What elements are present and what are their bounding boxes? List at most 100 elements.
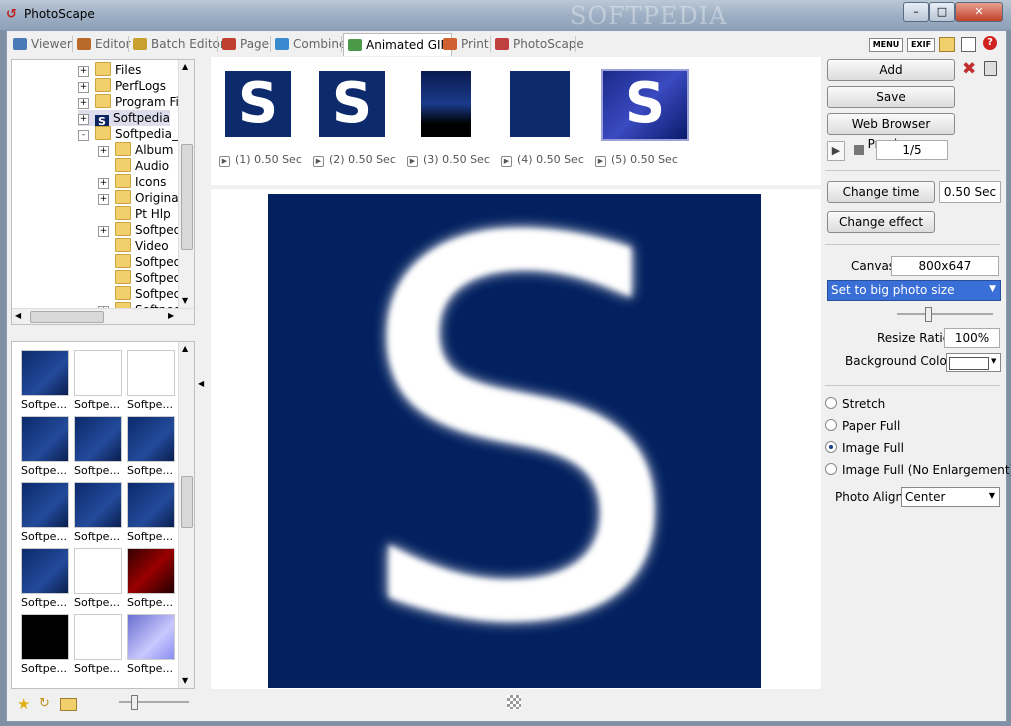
tab-combine[interactable]: Combine [275,33,346,55]
expand-icon[interactable]: + [78,98,89,109]
menu-button[interactable]: MENU [869,38,903,52]
gif-frame[interactable]: ▶ (4) 0.50 Sec [501,71,584,167]
radio-button[interactable] [825,419,837,431]
thumbnail-item[interactable]: Softpe... [74,350,122,411]
thumbnail-item[interactable]: Softpe... [74,416,122,477]
open-folder-icon[interactable] [60,698,77,711]
slider-handle[interactable] [131,695,138,710]
delete-icon[interactable]: ✖ [962,59,976,79]
close-button[interactable]: ✕ [955,2,1003,22]
thumbnail-item[interactable]: Softpe... [127,416,175,477]
refresh-icon[interactable]: ↻ [39,696,50,711]
thumbnail-item[interactable]: Softpe... [21,548,69,609]
tree-item[interactable]: Audio [98,158,169,174]
resize-slider-handle[interactable] [925,307,932,322]
add-button[interactable]: Add [827,59,955,81]
expand-icon[interactable]: + [78,66,89,77]
scroll-right-icon[interactable]: ▶ [168,311,174,320]
scroll-up-icon[interactable]: ▲ [182,344,188,353]
tree-item[interactable]: Softped [98,286,181,302]
thumbnail-item[interactable]: Softpe... [74,548,122,609]
maximize-button[interactable]: □ [929,2,955,22]
change-effect-button[interactable]: Change effect [827,211,935,233]
scroll-down-icon[interactable]: ▼ [182,676,188,685]
tree-item[interactable]: + PerfLogs [78,78,166,94]
frame-play-icon[interactable]: ▶ [219,156,230,167]
fit-mode-option[interactable]: Stretch [825,397,885,411]
tree-item[interactable]: + Program File [78,94,190,110]
tree-item[interactable]: + Softped [98,222,181,238]
tab-animated-gif[interactable]: Animated GIF [343,33,453,56]
folder-photo-icon[interactable] [939,37,955,52]
time-value[interactable]: 0.50 Sec [939,181,1001,203]
scroll-up-icon[interactable]: ▲ [182,62,188,71]
thumbnail-item[interactable]: Softpe... [21,416,69,477]
scroll-left-icon[interactable]: ◀ [15,311,21,320]
thumbnail-item[interactable]: Softpe... [127,350,175,411]
thumbnail-item[interactable]: Softpe... [74,614,122,675]
thumbnail-item[interactable]: Softpe... [21,350,69,411]
tab-page[interactable]: Page [222,33,269,55]
tab-editor[interactable]: Editor [77,33,131,55]
thumbnail-scroll-thumb[interactable] [181,476,193,528]
thumbnail-item[interactable]: Softpe... [127,548,175,609]
tree-item[interactable]: + Icons [98,174,166,190]
thumbnail-item[interactable]: Softpe... [74,482,122,543]
expand-icon[interactable]: + [98,178,109,189]
favorite-star-icon[interactable]: ★ [17,695,30,713]
tree-item[interactable]: + Files [78,62,141,78]
fit-mode-option[interactable]: Image Full [825,441,904,455]
exif-button[interactable]: EXIF [907,38,935,52]
radio-button[interactable] [825,463,837,475]
collapse-icon[interactable]: - [78,130,89,141]
gif-frame[interactable]: S ▶ (5) 0.50 Sec [595,69,689,167]
size-mode-select[interactable]: Set to big photo size ▼ [827,280,1001,301]
save-button[interactable]: Save [827,86,955,108]
photo-align-select[interactable]: Center ▼ [901,487,1000,507]
expand-icon[interactable]: + [98,194,109,205]
collapse-panel-arrow-icon[interactable]: ◀ [198,379,204,388]
thumbnail-item[interactable]: Softpe... [127,482,175,543]
frame-play-icon[interactable]: ▶ [407,156,418,167]
tab-batch-editor[interactable]: Batch Editor [133,33,225,55]
frame-play-icon[interactable]: ▶ [501,156,512,167]
tree-item[interactable]: + Original i [98,190,189,206]
gif-frame[interactable]: S ▶ (1) 0.50 Sec [219,71,302,167]
minimize-button[interactable]: – [903,2,929,22]
tree-item[interactable]: + Album [98,142,173,158]
frame-play-icon[interactable]: ▶ [595,156,606,167]
folder-tree[interactable]: + Files + PerfLogs + Program File + S Softpedia -… [11,59,195,325]
radio-button[interactable] [825,397,837,409]
tree-item[interactable]: Pt Hlp [98,206,171,222]
gif-frame[interactable]: S ▶ (2) 0.50 Sec [313,71,396,167]
thumbnail-item[interactable]: Softpe... [127,614,175,675]
radio-button[interactable] [825,441,837,453]
thumbnail-browser[interactable]: Softpe... Softpe... Softpe... Softpe... Soft… [11,341,195,689]
resize-ratio-value[interactable]: 100% [944,328,1000,348]
scroll-down-icon[interactable]: ▼ [182,296,188,305]
thumbnail-item[interactable]: Softpe... [21,482,69,543]
tree-item[interactable]: Softped [98,254,181,270]
tree-item[interactable]: + S Softpedia [78,110,170,129]
expand-icon[interactable]: + [78,114,89,125]
tree-vertical-scrollbar[interactable]: ▲ ▼ [178,60,194,308]
trash-icon[interactable] [984,61,997,76]
tree-hscroll-thumb[interactable] [30,311,104,323]
stop-icon[interactable] [854,145,864,155]
tree-horizontal-scrollbar[interactable]: ◀ ▶ [12,308,194,324]
web-browser-preview-button[interactable]: Web Browser Preview [827,113,955,151]
fit-mode-option[interactable]: Paper Full [825,419,900,433]
frame-play-icon[interactable]: ▶ [313,156,324,167]
thumbnail-item[interactable]: Softpe... [21,614,69,675]
thumbnail-scrollbar[interactable]: ▲ ▼ [178,342,194,688]
play-icon[interactable]: ▶ [827,141,845,161]
tree-scroll-thumb[interactable] [181,144,193,250]
background-color-picker[interactable]: ▼ [946,353,1001,372]
resize-slider[interactable] [897,307,993,322]
expand-icon[interactable]: + [98,146,109,157]
tab-photoscape[interactable]: PhotoScape [495,33,584,55]
change-time-button[interactable]: Change time [827,181,935,203]
tree-item[interactable]: Softped [98,270,181,286]
gif-frame[interactable]: ▶ (3) 0.50 Sec [407,71,490,167]
expand-icon[interactable]: + [98,226,109,237]
